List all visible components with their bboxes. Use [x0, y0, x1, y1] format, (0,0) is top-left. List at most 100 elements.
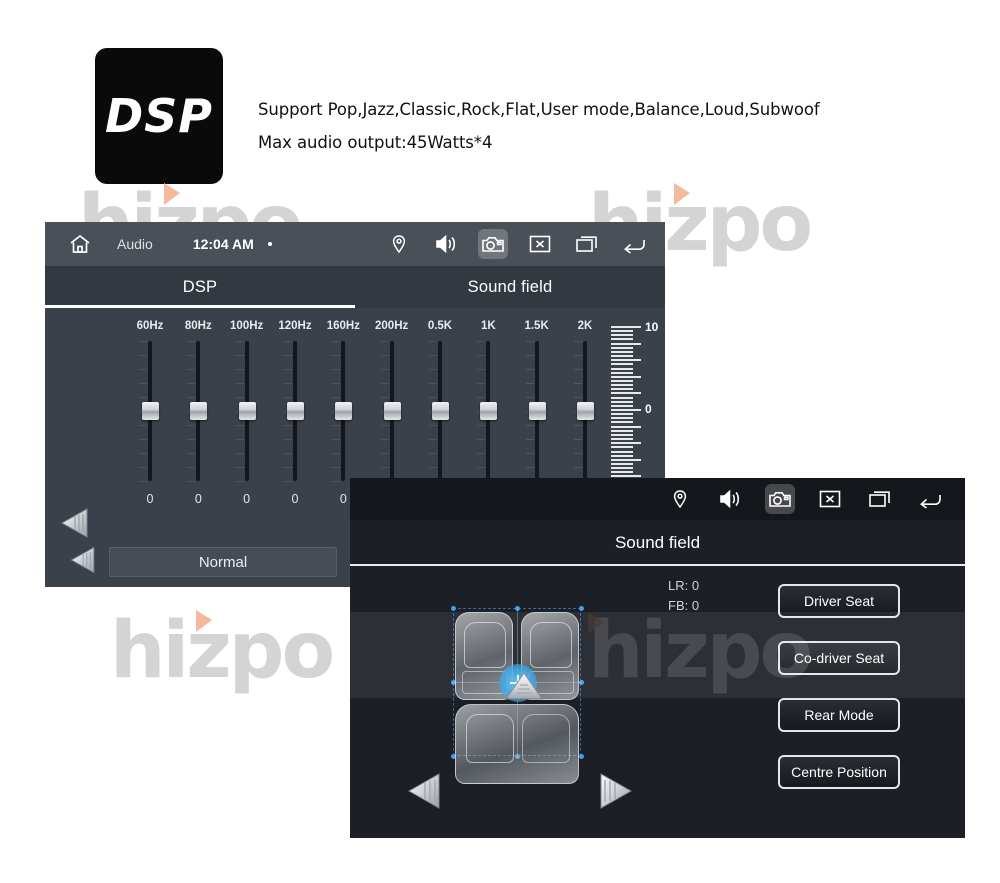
centre-position-button[interactable]: Centre Position [778, 755, 900, 789]
preset-select[interactable]: Normal [109, 547, 337, 577]
eq-band: 120Hz 0 [278, 320, 312, 510]
eq-slider-thumb[interactable] [286, 402, 304, 420]
eq-scale-tick [611, 458, 641, 461]
eq-band-label: 0.5K [427, 320, 453, 332]
eq-band-value: 0 [194, 492, 202, 506]
sound-field-status-bar [350, 478, 965, 520]
status-clock: 12:04 AM [192, 236, 254, 252]
eq-slider[interactable] [185, 341, 211, 482]
eq-slider[interactable] [524, 341, 550, 482]
eq-slider[interactable] [475, 341, 501, 482]
eq-scale-tick [611, 346, 633, 349]
eq-band-label: 80Hz [184, 320, 212, 332]
co-driver-seat-button[interactable]: Co-driver Seat [778, 641, 900, 675]
volume-icon[interactable] [715, 484, 745, 514]
sound-field-title: Sound field [614, 533, 701, 552]
readout-fb: FB: 0 [668, 598, 700, 613]
watermark-triangle-icon [674, 183, 690, 205]
eq-slider-thumb[interactable] [190, 402, 208, 420]
eq-slider[interactable] [137, 341, 163, 482]
recents-icon[interactable] [865, 484, 895, 514]
camera-icon[interactable] [478, 229, 508, 259]
watermark-bottom-left: hizpo [110, 610, 335, 690]
eq-slider-thumb[interactable] [238, 402, 256, 420]
sound-field-screen: Sound field LR: 0 FB: 0 Driver Seat Co-d… [350, 478, 965, 838]
eq-slider[interactable] [427, 341, 453, 482]
eq-slider[interactable] [282, 341, 308, 482]
nav-left-icon[interactable] [405, 769, 447, 818]
eq-slider-thumb[interactable] [576, 402, 594, 420]
camera-icon[interactable] [765, 484, 795, 514]
volume-icon[interactable] [431, 229, 461, 259]
close-box-icon[interactable] [525, 229, 555, 259]
nav-right-icon[interactable] [593, 769, 635, 818]
blurb-line-1: Support Pop,Jazz,Classic,Rock,Flat,User … [258, 100, 820, 119]
location-pin-icon[interactable] [384, 229, 414, 259]
location-pin-icon[interactable] [665, 484, 695, 514]
nav-up-icon[interactable] [502, 670, 546, 707]
preset-value: Normal [198, 553, 248, 571]
handle-tl[interactable] [451, 606, 456, 611]
handle-br[interactable] [579, 754, 584, 759]
eq-band-label: 100Hz [230, 320, 264, 332]
eq-band-value: 0 [243, 492, 251, 506]
eq-scale-tick [611, 433, 633, 436]
eq-slider[interactable] [572, 341, 598, 482]
eq-scale-tick [611, 446, 633, 449]
eq-slider-thumb[interactable] [528, 402, 546, 420]
eq-band: 100Hz 0 [230, 320, 264, 510]
eq-scale-tick [611, 404, 633, 407]
eq-scale-tick [611, 462, 633, 465]
eq-slider[interactable] [330, 341, 356, 482]
eq-slider[interactable] [379, 341, 405, 482]
handle-tr[interactable] [579, 606, 584, 611]
tab-dsp[interactable]: DSP [45, 266, 355, 308]
eq-scale-tick [611, 467, 633, 470]
driver-seat-label: Driver Seat [803, 593, 875, 609]
eq-scale-label-mid: 0 [645, 402, 652, 416]
eq-scale-tick [611, 367, 633, 370]
eq-scale-tick [611, 350, 633, 353]
status-notification-dot [267, 242, 272, 246]
sound-field-title-bar: Sound field [350, 520, 965, 566]
eq-scale-tick [611, 342, 641, 345]
eq-scale-tick [611, 330, 633, 333]
eq-gain-scale: 10 0 -10 [611, 320, 665, 498]
eq-slider-thumb[interactable] [431, 402, 449, 420]
eq-scale-tick [611, 442, 641, 445]
close-box-icon[interactable] [815, 484, 845, 514]
back-icon[interactable] [619, 229, 649, 259]
eq-scale-tick [611, 413, 633, 416]
dsp-logo-text: DSP [104, 89, 214, 143]
eq-slider[interactable] [234, 341, 260, 482]
eq-scale-tick [611, 388, 633, 391]
eq-band-label: 60Hz [136, 320, 164, 332]
eq-scale-tick [611, 396, 633, 399]
eq-band-value: 0 [291, 492, 299, 506]
sound-field-readout: LR: 0 FB: 0 [668, 576, 699, 616]
eq-scale-tick [611, 334, 633, 337]
blurb-line-2: Max audio output:45Watts*4 [258, 133, 493, 152]
co-driver-seat-label: Co-driver Seat [793, 650, 885, 666]
eq-scale-tick [611, 417, 633, 420]
driver-seat-button[interactable]: Driver Seat [778, 584, 900, 618]
eq-slider-thumb[interactable] [480, 402, 498, 420]
eq-scale-tick [611, 384, 633, 387]
eq-scale-tick [611, 400, 633, 403]
eq-band-label: 1K [480, 320, 496, 332]
rear-mode-button[interactable]: Rear Mode [778, 698, 900, 732]
tab-sound-field[interactable]: Sound field [355, 266, 665, 308]
eq-slider-thumb[interactable] [335, 402, 353, 420]
home-icon[interactable] [57, 232, 103, 256]
eq-scale-tick [611, 425, 641, 428]
eq-slider-thumb[interactable] [142, 402, 159, 420]
eq-scale-tick [611, 421, 633, 424]
recents-icon[interactable] [572, 229, 602, 259]
eq-band-label: 120Hz [278, 320, 312, 332]
back-icon[interactable] [915, 484, 945, 514]
eq-slider-thumb[interactable] [383, 402, 401, 420]
eq-scale-tick [611, 379, 633, 382]
eq-scale-label-max: 10 [645, 320, 659, 334]
rear-mode-label: Rear Mode [804, 707, 874, 723]
preset-prev-arrow-icon[interactable] [67, 543, 101, 582]
